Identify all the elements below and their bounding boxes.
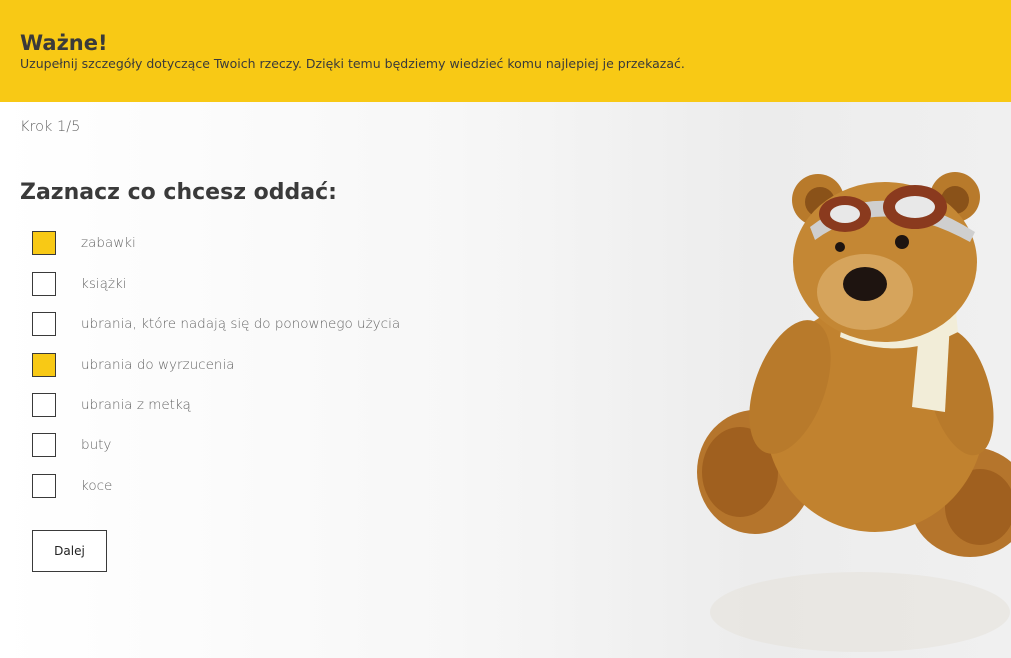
option-label: koce bbox=[81, 478, 113, 494]
checkbox[interactable] bbox=[32, 393, 56, 417]
step-indicator: Krok 1/5 bbox=[20, 119, 81, 135]
option-ubrania-wyrzucenia[interactable]: ubrania do wyrzucenia bbox=[32, 353, 452, 377]
checkbox[interactable] bbox=[32, 312, 56, 336]
option-ubrania-uzycia[interactable]: ubrania, które nadają się do ponownego u… bbox=[32, 312, 452, 336]
form-heading: Zaznacz co chcesz oddać: bbox=[20, 180, 337, 205]
checkbox[interactable] bbox=[32, 231, 56, 255]
checkbox[interactable] bbox=[32, 272, 56, 296]
option-buty[interactable]: buty bbox=[32, 433, 452, 457]
option-ksiazki[interactable]: książki bbox=[32, 272, 452, 296]
checkbox[interactable] bbox=[32, 474, 56, 498]
checkbox[interactable] bbox=[32, 353, 56, 377]
info-banner: Ważne! Uzupełnij szczegóły dotyczące Two… bbox=[0, 0, 1011, 102]
form-section: Krok 1/5 Zaznacz co chcesz oddać: zabawk… bbox=[0, 102, 1011, 658]
option-label: zabawki bbox=[81, 235, 136, 251]
option-zabawki[interactable]: zabawki bbox=[32, 231, 452, 255]
option-label: ubrania do wyrzucenia bbox=[81, 357, 235, 373]
option-koce[interactable]: koce bbox=[32, 474, 452, 498]
option-ubrania-metka[interactable]: ubrania z metką bbox=[32, 393, 452, 417]
banner-title: Ważne! bbox=[20, 31, 108, 55]
option-label: buty bbox=[81, 437, 112, 453]
next-button[interactable]: Dalej bbox=[32, 530, 107, 572]
banner-text: Uzupełnij szczegóły dotyczące Twoich rze… bbox=[20, 56, 685, 71]
teddy-bear-illustration bbox=[697, 172, 1011, 652]
checkbox[interactable] bbox=[32, 433, 56, 457]
option-label: ubrania, które nadają się do ponownego u… bbox=[81, 316, 401, 332]
option-label: ubrania z metką bbox=[81, 397, 191, 413]
option-label: książki bbox=[81, 276, 127, 292]
